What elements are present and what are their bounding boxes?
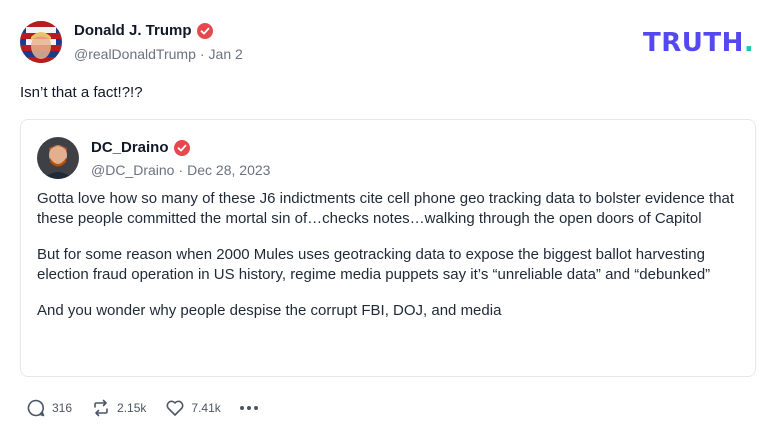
quote-paragraph: Gotta love how so many of these J6 indic… [37, 190, 735, 227]
quote-paragraph: And you wonder why people despise the co… [37, 302, 502, 319]
comment-icon [27, 399, 45, 417]
retruth-count: 2.15k [117, 401, 147, 415]
post-text: Isn’t that a fact!?!? [20, 84, 143, 101]
verified-icon [173, 139, 190, 156]
quote-body: Gotta love how so many of these J6 indic… [37, 189, 741, 337]
quote-author-meta: @DC_Draino · Dec 28, 2023 [91, 162, 270, 178]
verified-icon [196, 22, 213, 39]
reply-button[interactable]: 316 [26, 398, 72, 418]
author-avatar[interactable] [20, 21, 62, 63]
more-button[interactable] [239, 406, 258, 410]
more-icon [246, 406, 251, 410]
quoted-post[interactable]: DC_Draino @DC_Draino · Dec 28, 2023 Gott… [20, 119, 756, 377]
author-name-text[interactable]: Donald J. Trump [74, 22, 192, 39]
action-bar: 316 2.15k 7.41k [26, 398, 277, 418]
quote-author-name-text[interactable]: DC_Draino [91, 139, 169, 156]
retruth-button[interactable]: 2.15k [91, 398, 146, 418]
truth-logo[interactable]: TRUTH. [643, 28, 754, 58]
author-name[interactable]: Donald J. Trump [74, 22, 213, 39]
like-button[interactable]: 7.41k [165, 398, 221, 418]
quote-paragraph: But for some reason when 2000 Mules uses… [37, 246, 711, 283]
more-icon [253, 406, 258, 410]
logo-dot: . [743, 28, 755, 58]
quote-author-name[interactable]: DC_Draino [91, 139, 190, 156]
meta-separator: · [178, 162, 184, 178]
author-handle[interactable]: @realDonaldTrump [74, 46, 196, 62]
logo-text: TRUTH [643, 28, 744, 58]
heart-icon [166, 400, 184, 416]
quote-author-handle[interactable]: @DC_Draino [91, 162, 174, 178]
quote-author-avatar[interactable] [37, 137, 79, 179]
like-count: 7.41k [191, 401, 221, 415]
author-meta: @realDonaldTrump · Jan 2 [74, 46, 243, 62]
quote-date[interactable]: Dec 28, 2023 [187, 162, 270, 178]
truth-post: Donald J. Trump @realDonaldTrump · Jan 2… [0, 0, 777, 439]
more-icon [239, 406, 244, 410]
reply-count: 316 [52, 401, 73, 415]
retruth-icon [94, 399, 108, 417]
meta-separator: · [199, 46, 205, 62]
post-date[interactable]: Jan 2 [209, 46, 243, 62]
